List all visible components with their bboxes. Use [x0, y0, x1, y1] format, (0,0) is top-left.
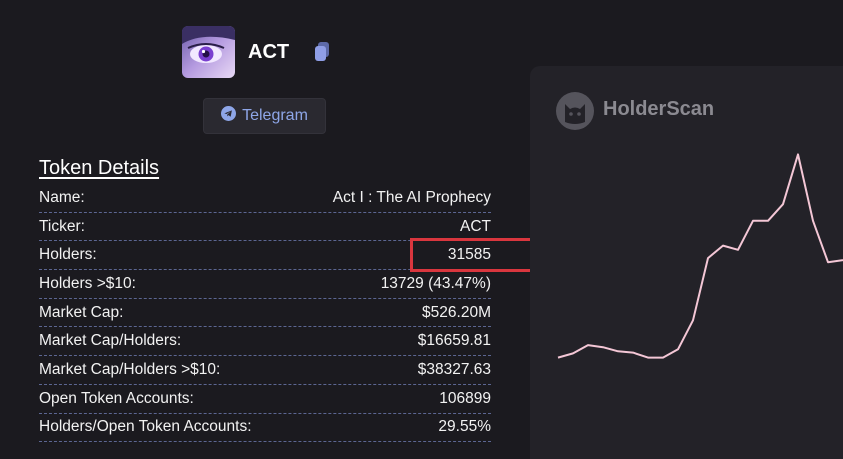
- detail-row-market-cap-per-holder: Market Cap/Holders: $16659.81: [39, 327, 491, 357]
- detail-value: $16659.81: [417, 332, 491, 350]
- page: ACT Telegram Token Details Name: Act I :…: [0, 0, 843, 459]
- detail-value: $38327.63: [417, 360, 491, 378]
- detail-row-market-cap-per-holder-over-10: Market Cap/Holders >$10: $38327.63: [39, 356, 491, 385]
- detail-label: Ticker:: [39, 217, 85, 235]
- holders-series-line: [557, 153, 843, 359]
- detail-value: 29.55%: [438, 418, 491, 436]
- detail-label: Holders/Open Token Accounts:: [39, 418, 252, 436]
- holders-highlight-box: [410, 238, 547, 272]
- detail-row-name: Name: Act I : The AI Prophecy: [39, 184, 491, 213]
- telegram-button[interactable]: Telegram: [203, 98, 326, 134]
- token-details-title: Token Details: [39, 157, 160, 179]
- copy-icon[interactable]: [313, 41, 331, 63]
- detail-label: Holders:: [39, 246, 97, 264]
- holderscan-brand: HolderScan: [603, 98, 715, 120]
- telegram-label: Telegram: [242, 107, 308, 124]
- detail-label: Market Cap:: [39, 303, 124, 321]
- detail-row-holders-per-open-accounts: Holders/Open Token Accounts: 29.55%: [39, 414, 491, 443]
- holders-line-chart: [557, 153, 843, 359]
- detail-value: 13729 (43.47%): [380, 274, 491, 292]
- detail-row-holders-over-10: Holders >$10: 13729 (43.47%): [39, 270, 491, 299]
- detail-label: Market Cap/Holders >$10:: [39, 360, 221, 378]
- telegram-icon: [221, 106, 237, 126]
- token-symbol: ACT: [248, 41, 290, 63]
- cat-logo-icon: [556, 92, 594, 130]
- detail-label: Name:: [39, 188, 85, 206]
- detail-label: Market Cap/Holders:: [39, 332, 182, 350]
- token-details-list: Name: Act I : The AI Prophecy Ticker: AC…: [39, 184, 491, 443]
- detail-value: ACT: [460, 217, 491, 235]
- detail-label: Open Token Accounts:: [39, 389, 194, 407]
- token-avatar: [182, 26, 235, 78]
- detail-value: $526.20M: [422, 303, 491, 321]
- detail-value: 106899: [439, 389, 491, 407]
- detail-row-open-token-accounts: Open Token Accounts: 106899: [39, 385, 491, 414]
- detail-value: Act I : The AI Prophecy: [332, 188, 491, 206]
- detail-row-market-cap: Market Cap: $526.20M: [39, 299, 491, 328]
- detail-label: Holders >$10:: [39, 274, 136, 292]
